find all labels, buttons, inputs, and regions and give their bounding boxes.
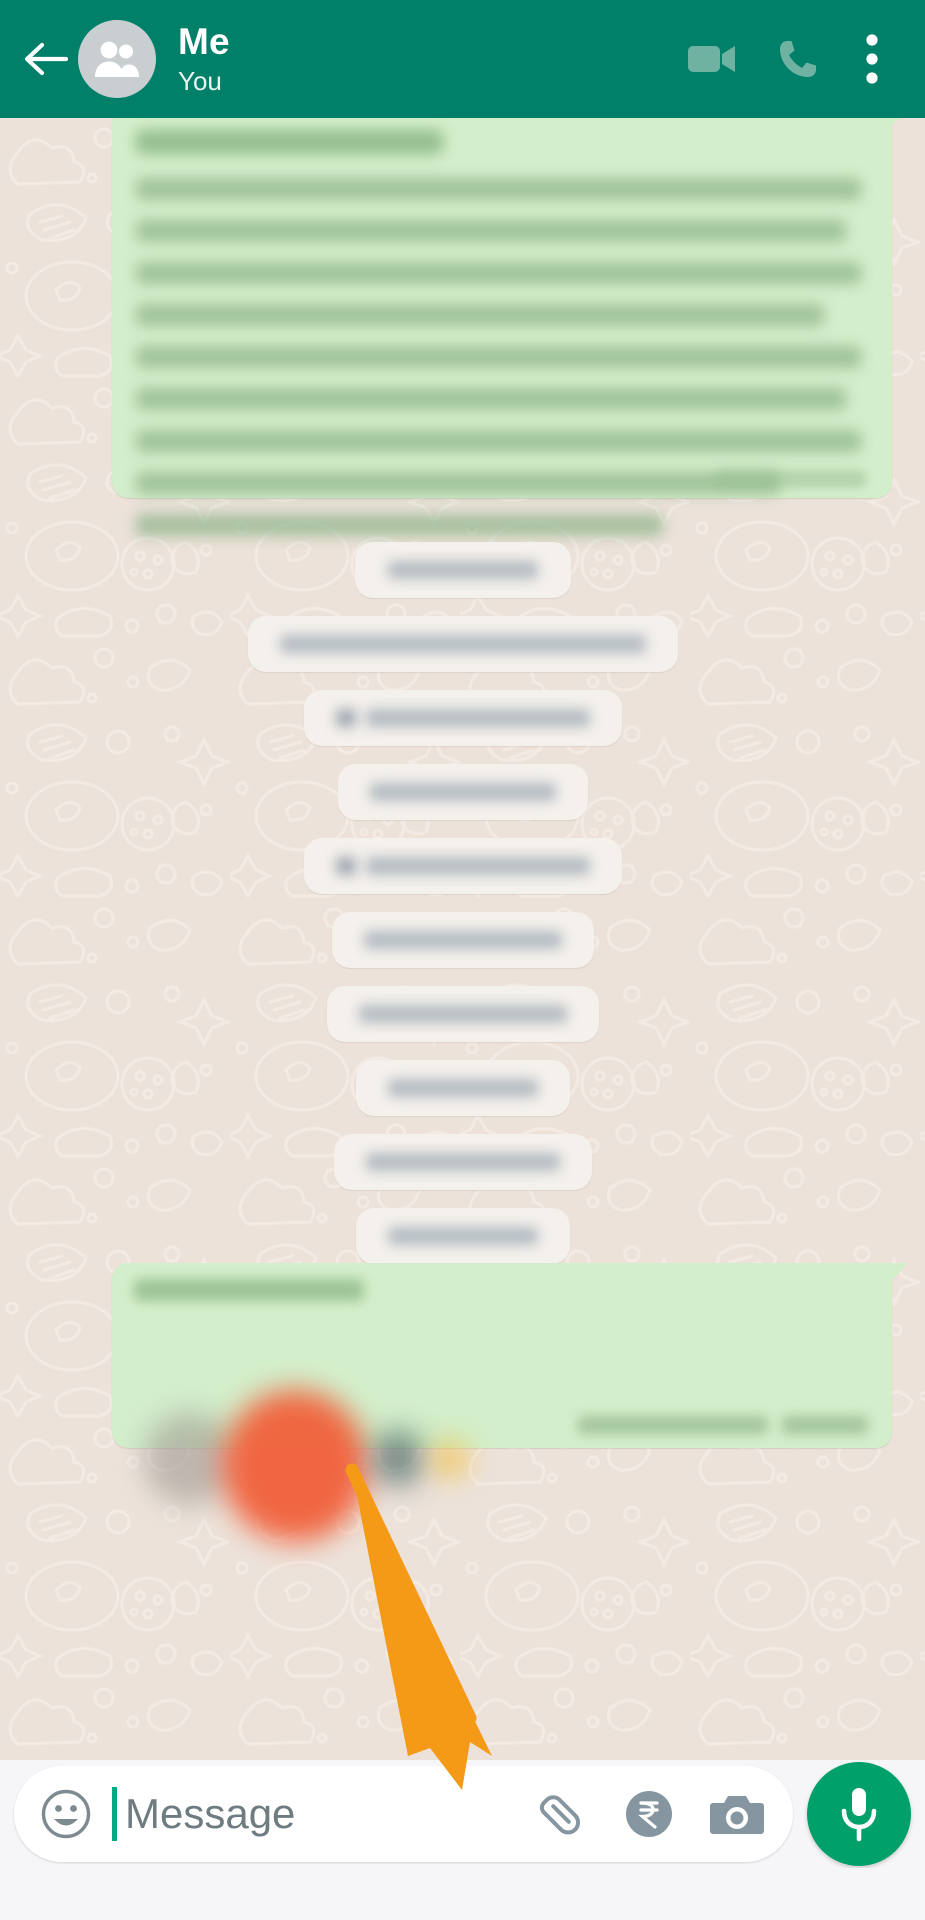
system-navigation-bar [0,1868,925,1920]
message-placeholder: Message [125,1790,296,1837]
redacted-thumbnail [432,1440,468,1478]
camera-icon [710,1796,764,1834]
system-message-chip[interactable] [354,542,571,598]
attach-button[interactable] [533,1786,589,1842]
message-bubble-outgoing-media[interactable] [112,1263,908,1448]
chip-inline-icon [335,709,356,727]
voice-record-button[interactable] [807,1762,911,1866]
message-bubble-outgoing[interactable] [112,118,908,536]
redacted-message-text [112,118,892,536]
redacted-media-meta [578,1416,868,1434]
message-input-pill[interactable]: Message [14,1766,793,1862]
chat-subtitle: You [178,66,222,96]
video-call-button[interactable] [669,16,755,102]
page-title: Me [178,21,230,62]
overflow-menu-button[interactable] [841,16,903,102]
text-cursor [112,1787,117,1841]
emoji-smiley-icon [41,1789,91,1839]
emoji-button[interactable] [38,1786,94,1842]
redacted-media-caption [134,1279,364,1301]
payment-button[interactable] [621,1786,677,1842]
rupee-payment-icon [626,1791,672,1837]
message-timestamp [716,470,866,488]
chat-header: Me You [0,0,925,118]
attach-paperclip-icon [539,1795,581,1835]
header-actions [669,16,903,102]
back-button[interactable] [14,28,76,90]
chat-title-block[interactable]: Me You [178,21,669,97]
message-composer: Message [0,1760,925,1868]
bubble-tail [890,118,908,128]
system-message-chip[interactable] [337,764,588,820]
video-call-icon [688,46,735,72]
phone-call-icon [780,41,816,77]
message-input-field[interactable]: Message [112,1787,517,1841]
camera-button[interactable] [709,1786,765,1842]
system-message-chip[interactable] [303,690,622,746]
whatsapp-chat-screen: Me You Message [0,0,925,1920]
system-message-chip[interactable] [355,1208,570,1264]
microphone-icon [841,1788,877,1842]
system-message-chip[interactable] [355,1060,570,1116]
overflow-menu-icon [866,34,878,84]
avatar[interactable] [78,20,156,98]
system-message-chip[interactable] [331,912,594,968]
message-list[interactable] [0,118,925,1760]
system-message-chip[interactable] [333,1134,592,1190]
group-avatar-icon [95,41,139,77]
chip-inline-icon [335,857,356,875]
system-message-chip[interactable] [326,986,599,1042]
redacted-thumbnail [372,1430,424,1486]
composer-actions [533,1786,765,1842]
bubble-tail [890,1263,908,1283]
system-message-chip[interactable] [247,616,678,672]
voice-call-button[interactable] [755,16,841,102]
messages-container [0,118,925,1760]
system-message-chip[interactable] [303,838,622,894]
back-arrow-icon [24,42,68,76]
redacted-thumbnail [222,1390,368,1542]
